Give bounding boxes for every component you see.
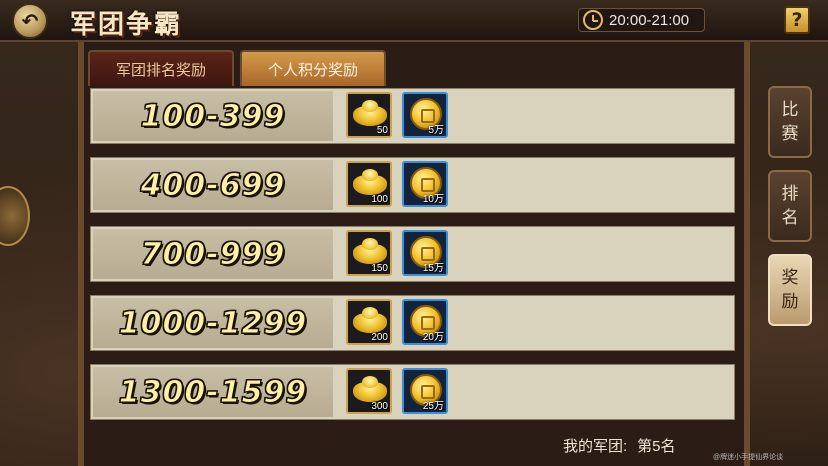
my-legion-rank: 我的军团: 第5名 <box>563 435 676 456</box>
reward-amount: 50 <box>376 125 388 136</box>
reward-amount: 150 <box>371 263 388 274</box>
watermark: @牌迷小手提仙界论谈 <box>713 454 784 461</box>
reward-amount: 5万 <box>428 125 444 136</box>
score-range: 1300-1599 <box>118 374 308 410</box>
reward-row: 700-999 150 15万 <box>90 226 735 282</box>
help-button[interactable]: ? <box>784 6 810 34</box>
side-tab-label: 赛 <box>781 124 799 144</box>
reward-item[interactable]: 10万 <box>402 161 448 207</box>
score-range: 700-999 <box>140 236 286 272</box>
reward-item[interactable]: 100 <box>346 161 392 207</box>
reward-amount: 10万 <box>422 194 444 205</box>
reward-amount: 200 <box>371 332 388 343</box>
gold-ingot-icon <box>353 376 387 402</box>
reward-item[interactable]: 50 <box>346 92 392 138</box>
my-legion-rank-value: 第5名 <box>637 438 676 455</box>
back-arrow-icon: ↶ <box>21 9 39 33</box>
reward-item[interactable]: 200 <box>346 299 392 345</box>
my-legion-label: 我的军团: <box>563 438 628 455</box>
gold-ingot-icon <box>353 238 387 264</box>
score-range: 100-399 <box>140 98 286 134</box>
gold-ingot-icon <box>353 169 387 195</box>
reward-item[interactable]: 5万 <box>402 92 448 138</box>
side-tab-ranking[interactable]: 排 名 <box>768 170 812 242</box>
reward-item[interactable]: 25万 <box>402 368 448 414</box>
score-range-box: 100-399 <box>93 91 333 141</box>
tab-personal-score-reward[interactable]: 个人积分奖励 <box>240 50 386 86</box>
reward-row: 1000-1299 200 20万 <box>90 295 735 351</box>
reward-amount: 300 <box>371 401 388 412</box>
score-range-box: 1300-1599 <box>93 367 333 417</box>
score-range-box: 400-699 <box>93 160 333 210</box>
gold-ingot-icon <box>353 307 387 333</box>
score-range-box: 700-999 <box>93 229 333 279</box>
top-bar: ↶ 军团争霸 20:00-21:00 ? <box>0 0 828 42</box>
reward-item[interactable]: 150 <box>346 230 392 276</box>
side-tab-reward[interactable]: 奖 励 <box>768 254 812 326</box>
tab-legion-rank-reward[interactable]: 军团排名奖励 <box>88 50 234 86</box>
tab-bar: 军团排名奖励 个人积分奖励 <box>88 50 386 88</box>
event-timer: 20:00-21:00 <box>578 8 705 32</box>
side-tab-match[interactable]: 比 赛 <box>768 86 812 158</box>
side-tab-label: 比 <box>781 100 799 120</box>
reward-item[interactable]: 300 <box>346 368 392 414</box>
gold-ingot-icon <box>353 100 387 126</box>
side-tab-label: 奖 <box>781 268 799 288</box>
reward-amount: 25万 <box>422 401 444 412</box>
reward-amount: 20万 <box>422 332 444 343</box>
reward-row: 1300-1599 300 25万 <box>90 364 735 420</box>
reward-amount: 15万 <box>422 263 444 274</box>
reward-row: 100-399 50 5万 <box>90 88 735 144</box>
reward-item[interactable]: 15万 <box>402 230 448 276</box>
side-tab-label: 励 <box>781 292 799 312</box>
page-title: 军团争霸 <box>70 10 183 40</box>
clock-icon <box>583 10 603 30</box>
score-range-box: 1000-1299 <box>93 298 333 348</box>
timer-text: 20:00-21:00 <box>609 11 690 29</box>
score-range: 1000-1299 <box>118 305 308 341</box>
reward-row: 400-699 100 10万 <box>90 157 735 213</box>
reward-item[interactable]: 20万 <box>402 299 448 345</box>
score-range: 400-699 <box>140 167 286 203</box>
side-tab-label: 名 <box>781 208 799 228</box>
side-tab-label: 排 <box>781 184 799 204</box>
reward-amount: 100 <box>371 194 388 205</box>
back-button[interactable]: ↶ <box>12 3 48 39</box>
